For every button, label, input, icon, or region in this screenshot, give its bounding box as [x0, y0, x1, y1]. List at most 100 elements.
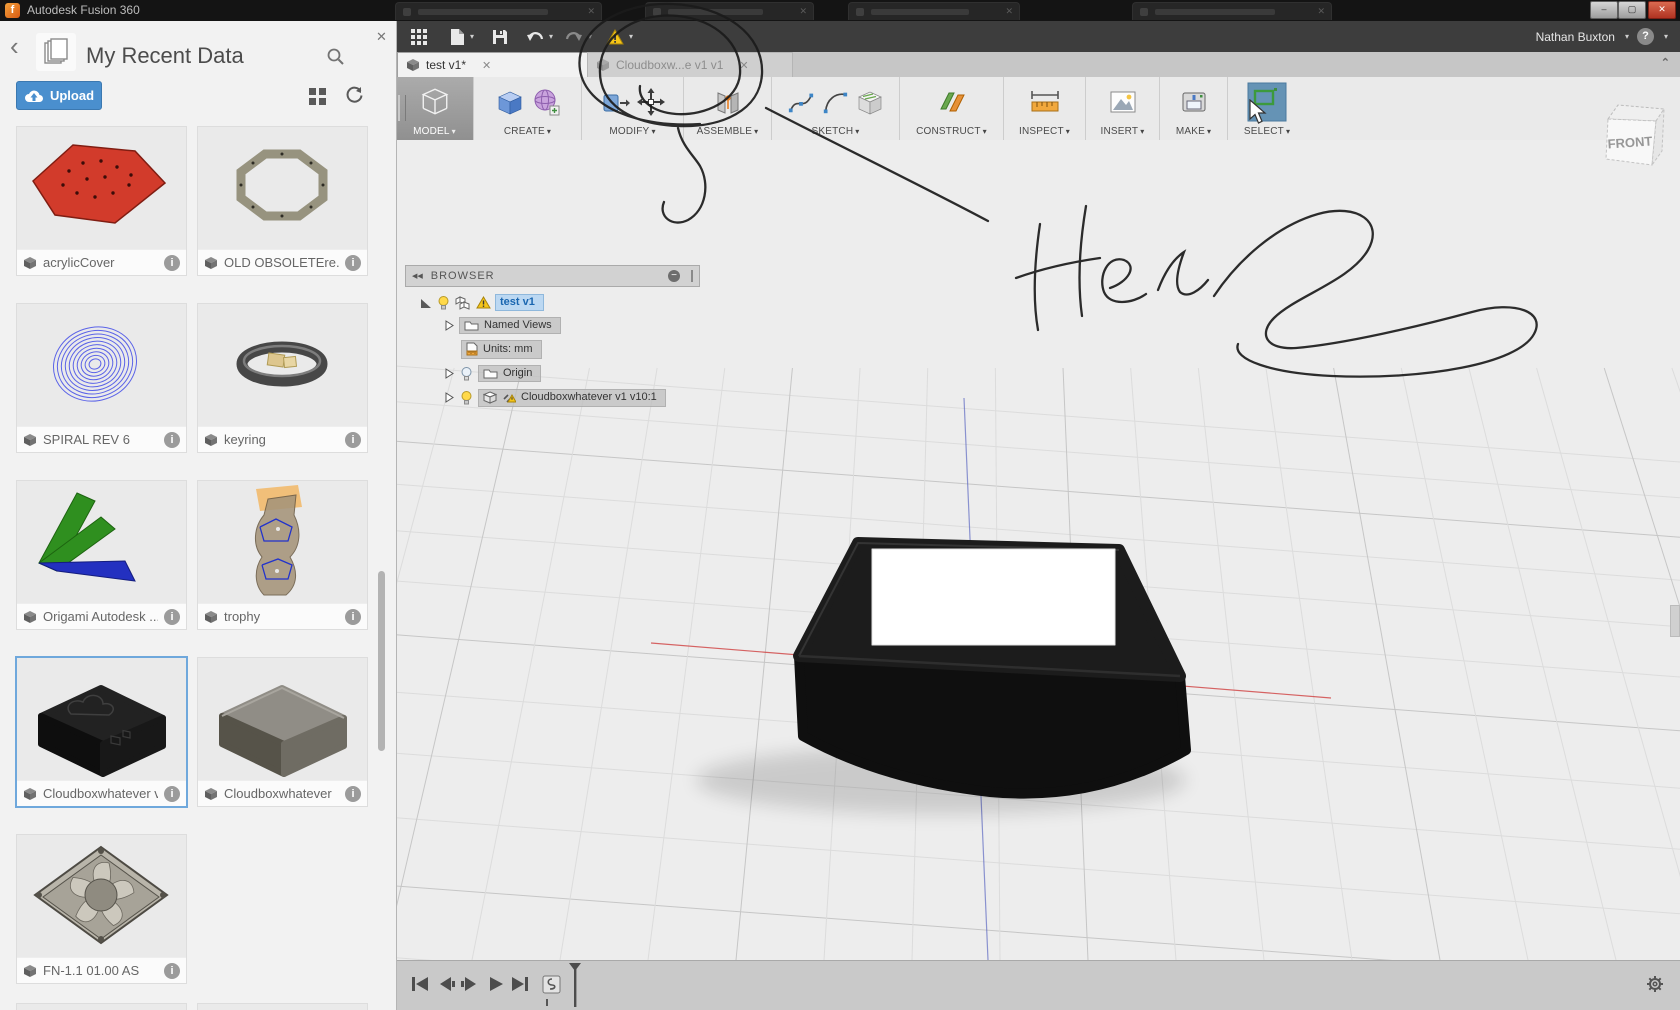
recent-file-card[interactable]: trophy i — [197, 480, 368, 630]
close-icon[interactable]: ✕ — [482, 59, 491, 72]
cloud-upload-icon — [24, 89, 44, 103]
close-icon: ✕ — [1317, 6, 1325, 17]
recent-file-card[interactable]: Origami Autodesk ... i — [16, 480, 187, 630]
recent-file-card[interactable]: Cloudboxwhatever i — [197, 657, 368, 807]
info-icon[interactable]: i — [345, 255, 361, 271]
ribbon-group-model[interactable]: MODEL▾ — [396, 77, 474, 140]
close-icon[interactable]: ✕ — [739, 59, 748, 72]
info-icon[interactable]: i — [164, 609, 180, 625]
ribbon-group-sketch[interactable]: SKETCH▾ — [772, 77, 900, 140]
arc-icon — [821, 88, 849, 116]
info-icon[interactable]: i — [164, 786, 180, 802]
info-icon[interactable]: i — [164, 255, 180, 271]
search-icon[interactable] — [326, 47, 345, 66]
timeline-position-marker[interactable] — [568, 963, 582, 1007]
visibility-bulb-icon[interactable] — [436, 295, 451, 311]
spline-icon — [787, 88, 815, 116]
undo-icon[interactable]: ▾ — [526, 30, 553, 44]
tree-node-label[interactable]: test v1 — [495, 294, 544, 311]
chevron-down-icon[interactable]: ▾ — [470, 32, 474, 41]
tree-row-units[interactable]: Units: mm — [461, 340, 542, 359]
doc-tab-cloudbox[interactable]: Cloudboxw...e v1 v1 ✕ — [587, 52, 793, 77]
recent-file-card[interactable]: OLD OBSOLETEre... i — [197, 126, 368, 276]
ribbon-group-assemble[interactable]: ASSEMBLE▾ — [684, 77, 772, 140]
recent-file-card[interactable]: keyring i — [197, 303, 368, 453]
viewport-3d[interactable]: ◀◀ BROWSER − test v1 Named Views — [396, 140, 1680, 960]
ribbon-group-modify[interactable]: MODIFY▾ — [582, 77, 684, 140]
ribbon-group-inspect[interactable]: INSPECT▾ — [1004, 77, 1086, 140]
chevron-down-icon[interactable]: ▾ — [549, 32, 553, 41]
browser-panel-header[interactable]: ◀◀ BROWSER − — [405, 265, 700, 287]
viewcube-front-label[interactable]: FRONT — [1607, 133, 1653, 151]
window-restore-button[interactable]: ▢ — [1618, 1, 1646, 19]
file-menu-icon[interactable]: ▾ — [450, 28, 474, 46]
ribbon-group-insert[interactable]: INSERT▾ — [1086, 77, 1160, 140]
info-icon[interactable]: i — [164, 963, 180, 979]
upload-button[interactable]: Upload — [16, 81, 102, 110]
visibility-bulb-off-icon[interactable] — [459, 366, 474, 382]
expand-arrow-icon[interactable] — [443, 391, 455, 404]
panel-grip[interactable] — [691, 270, 693, 282]
grid-view-icon[interactable] — [308, 87, 327, 106]
window-minimize-button[interactable]: – — [1590, 1, 1618, 19]
white-decal[interactable] — [872, 549, 1115, 645]
expanded-arrow-icon[interactable] — [419, 296, 432, 309]
save-icon[interactable] — [492, 29, 508, 45]
recent-file-card[interactable]: SPIRAL REV 6 i — [16, 303, 187, 453]
window-close-button[interactable]: ✕ — [1648, 1, 1676, 19]
info-icon[interactable]: i — [345, 432, 361, 448]
model-black-box[interactable] — [799, 543, 1186, 794]
gear-icon[interactable] — [1646, 975, 1664, 993]
tree-row-cloudbox-component[interactable]: Cloudboxwhatever v1 v10:1 — [443, 388, 666, 407]
tree-node[interactable]: Units: mm — [461, 340, 542, 359]
back-icon[interactable]: ‹ — [10, 35, 19, 57]
help-icon[interactable]: ? — [1637, 28, 1654, 45]
close-icon[interactable]: ✕ — [376, 29, 387, 45]
skip-to-end-button[interactable] — [510, 975, 530, 993]
info-icon[interactable]: i — [345, 786, 361, 802]
step-back-button[interactable] — [436, 975, 456, 993]
notification-warning-icon[interactable]: ▾ — [606, 29, 633, 45]
ribbon-group-label: INSPECT — [1019, 126, 1064, 137]
expand-arrow-icon[interactable] — [443, 367, 455, 380]
minimize-panel-icon[interactable]: − — [668, 270, 680, 282]
recent-file-card-selected[interactable]: Cloudboxwhatever v1 i — [15, 656, 188, 808]
recent-file-card[interactable]: acrylicCover i — [16, 126, 187, 276]
tree-node[interactable]: Named Views — [459, 317, 561, 334]
timeline-feature-icon[interactable] — [542, 973, 564, 997]
refresh-icon[interactable] — [344, 85, 365, 106]
document-tabbar: test v1* ✕ Cloudboxw...e v1 v1 ✕ ⌃ — [396, 52, 1680, 78]
user-name[interactable]: Nathan Buxton — [1536, 30, 1615, 44]
chevron-down-icon[interactable]: ▾ — [1625, 32, 1629, 41]
viewcube[interactable]: FRONT — [1594, 99, 1674, 179]
chevron-down-icon[interactable]: ▾ — [629, 32, 633, 41]
tree-row-origin[interactable]: Origin — [443, 364, 541, 383]
info-icon[interactable]: i — [164, 432, 180, 448]
tree-row-named-views[interactable]: Named Views — [443, 316, 561, 335]
close-icon: ✕ — [587, 6, 595, 17]
collapse-panel-icon[interactable]: ◀◀ — [412, 272, 423, 280]
doc-tab-test-v1[interactable]: test v1* ✕ — [397, 52, 603, 77]
tree-row-root[interactable]: test v1 — [419, 293, 544, 312]
ribbon-group-label: SKETCH — [812, 126, 854, 137]
panel-scrollbar[interactable] — [378, 571, 385, 751]
play-button[interactable] — [486, 975, 506, 993]
step-forward-button[interactable] — [460, 975, 480, 993]
app-grid-menu-icon[interactable] — [410, 28, 428, 46]
chevron-down-icon[interactable]: ▾ — [588, 32, 592, 41]
info-icon[interactable]: i — [345, 609, 361, 625]
ribbon-group-make[interactable]: MAKE▾ — [1160, 77, 1228, 140]
toolbar-grip[interactable] — [398, 95, 406, 121]
redo-icon[interactable]: ▾ — [565, 30, 592, 44]
ribbon-group-create[interactable]: CREATE▾ — [474, 77, 582, 140]
model-cube-icon — [23, 256, 37, 270]
tree-node[interactable]: Origin — [478, 365, 541, 382]
visibility-bulb-icon[interactable] — [459, 390, 474, 406]
collapse-toolbar-icon[interactable]: ⌃ — [1661, 56, 1670, 69]
recent-file-card[interactable]: FN-1.1 01.00 AS i — [16, 834, 187, 984]
skip-to-start-button[interactable] — [410, 975, 430, 993]
ribbon-group-construct[interactable]: CONSTRUCT▾ — [900, 77, 1004, 140]
expand-arrow-icon[interactable] — [443, 319, 455, 332]
chevron-down-icon[interactable]: ▾ — [1664, 32, 1668, 41]
tree-node[interactable]: Cloudboxwhatever v1 v10:1 — [478, 389, 666, 407]
